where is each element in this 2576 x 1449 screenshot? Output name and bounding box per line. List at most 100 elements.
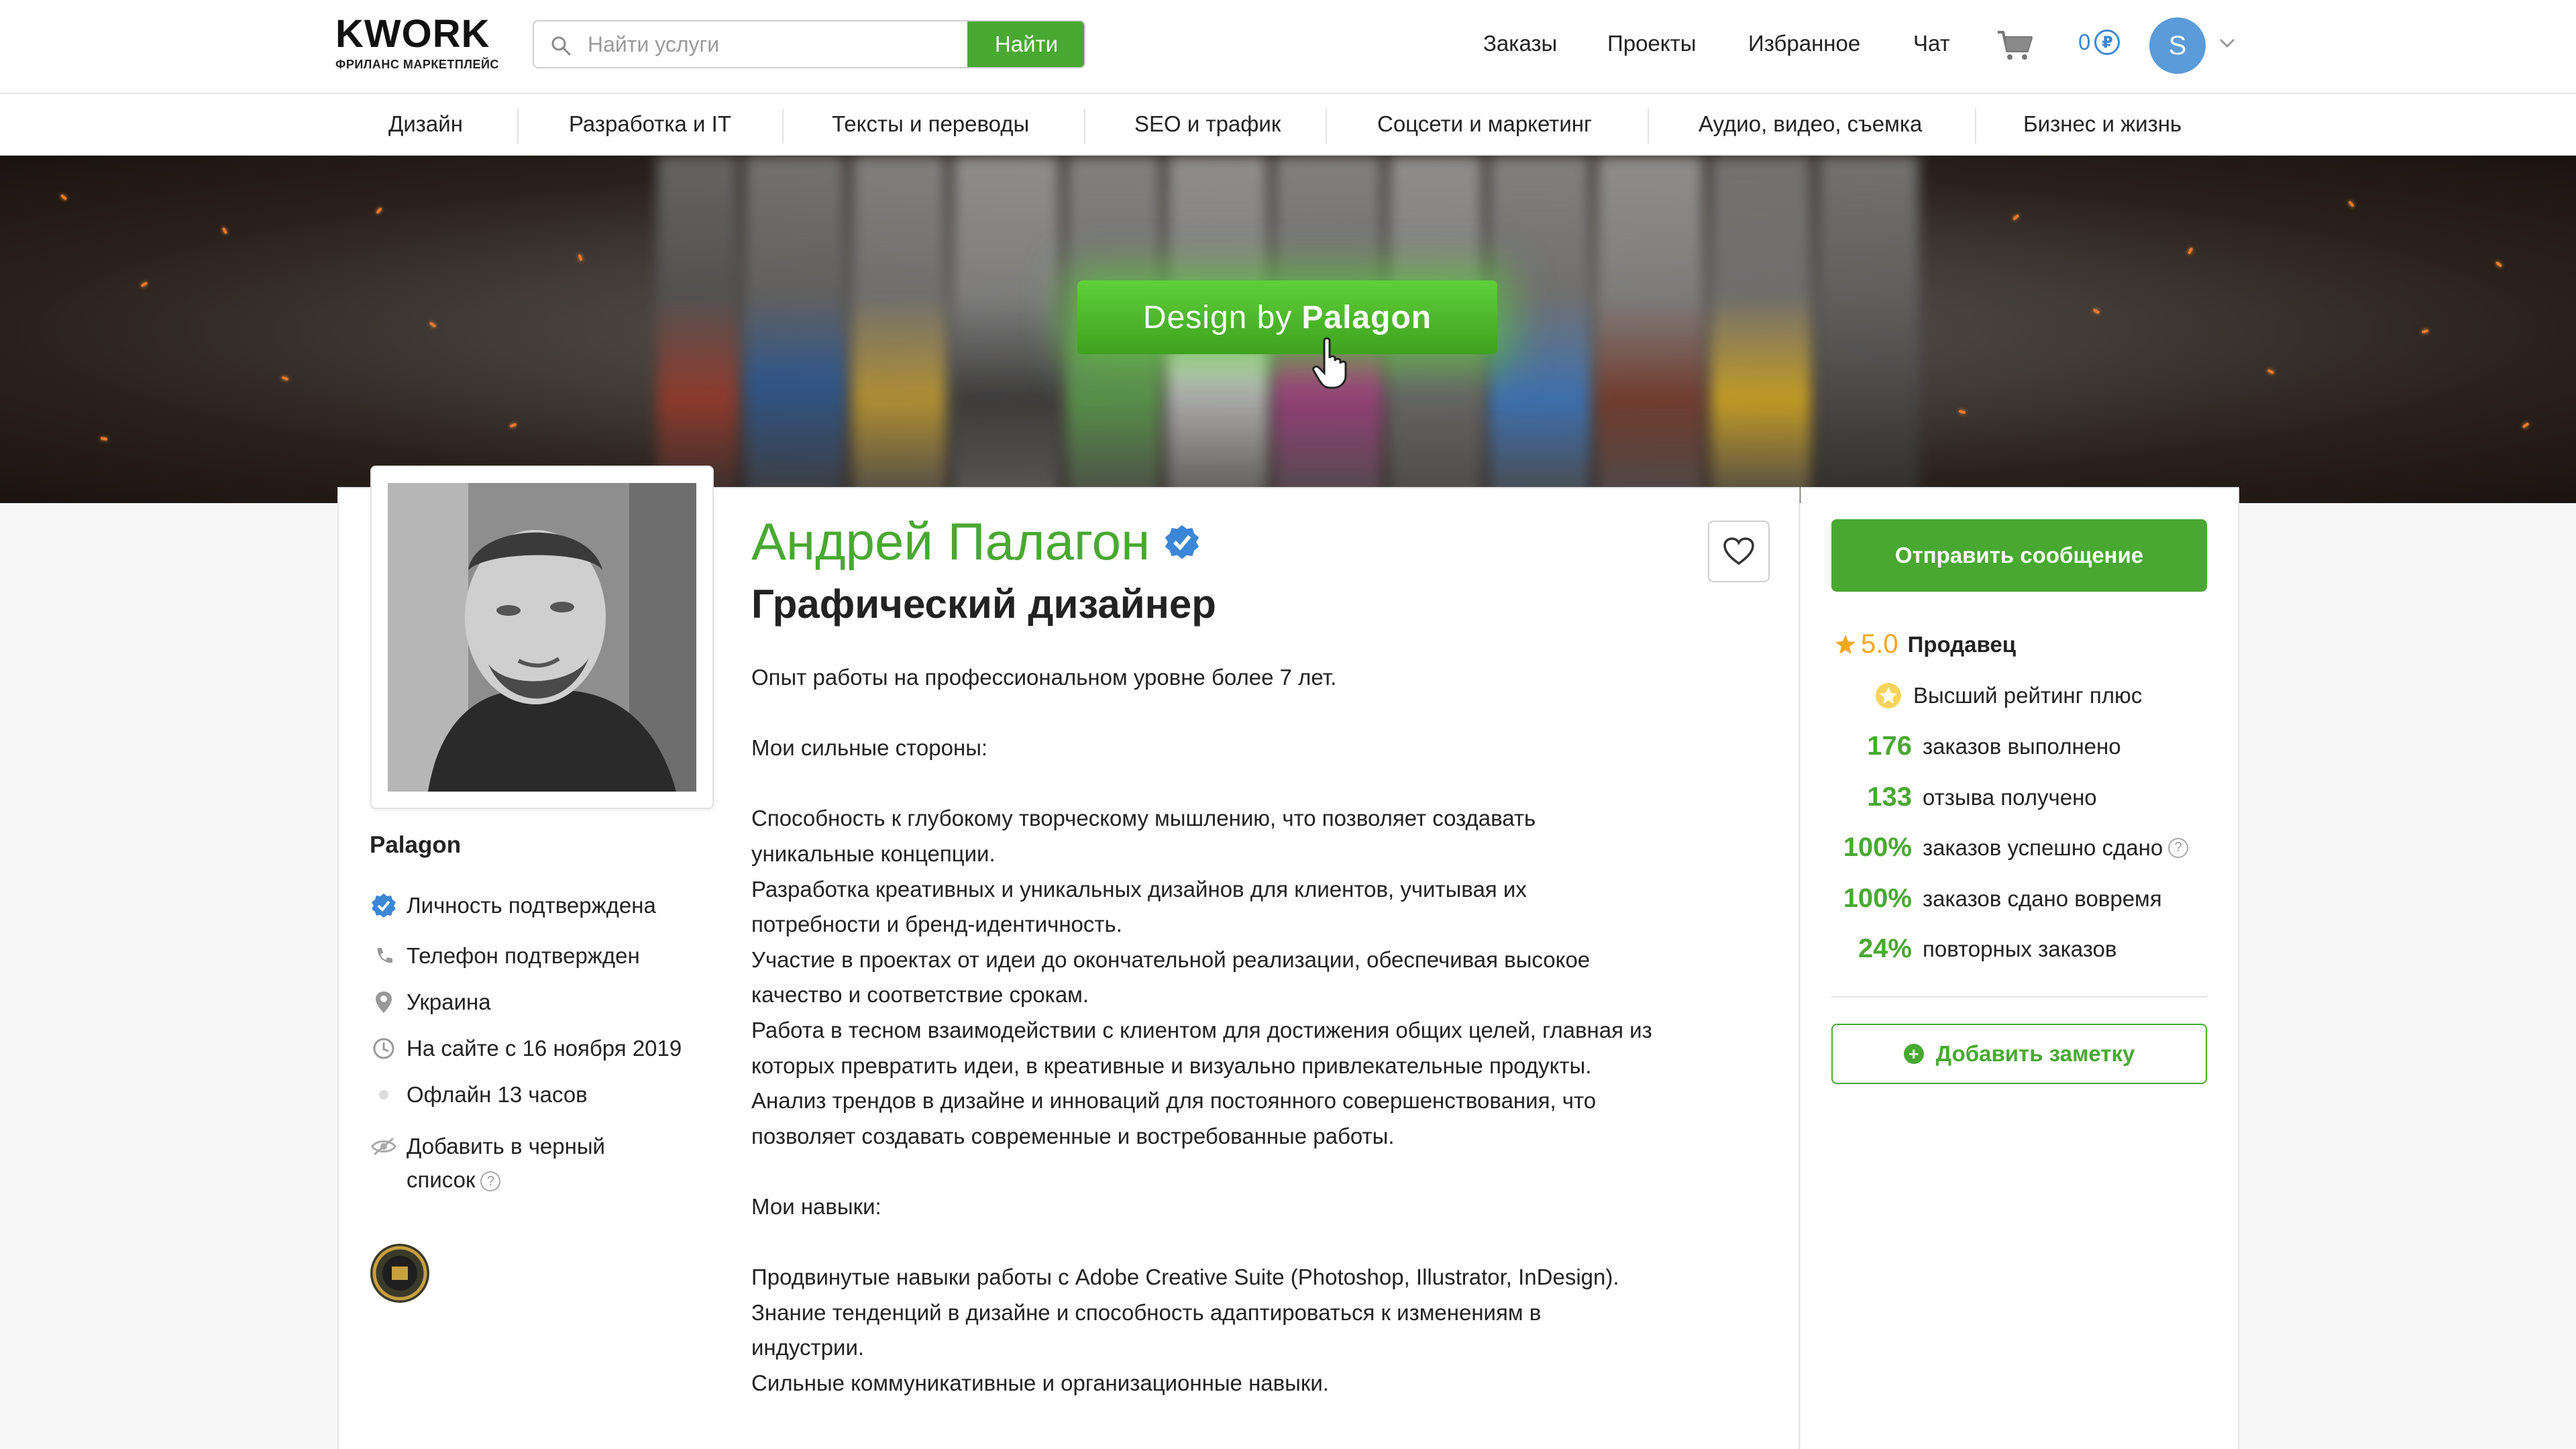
- blacklist-text-line2: список: [407, 1167, 476, 1192]
- category-business[interactable]: Бизнес и жизнь: [2023, 111, 2182, 137]
- description-line: позволяет создавать современные и востре…: [751, 1123, 1395, 1148]
- description-line: потребности и бренд-идентичность.: [751, 912, 1122, 937]
- kwork-logo[interactable]: KWORK ФРИЛАНС МАРКЕТПЛЕЙС: [335, 15, 517, 75]
- description-line: [751, 1154, 1731, 1189]
- category-bar: Дизайн Разработка и IT Тексты и переводы…: [0, 94, 2576, 156]
- stat-reviews-label: отзыва получено: [1923, 784, 2097, 810]
- add-note-button[interactable]: + Добавить заметку: [1831, 1024, 2207, 1084]
- info-identity-text: Личность подтверждена: [407, 893, 656, 918]
- description-line: индустрии.: [751, 1335, 865, 1360]
- description-line: Участие в проектах от идеи до окончатель…: [751, 947, 1591, 972]
- portrait-image: [388, 483, 696, 792]
- rating-value: 5.0: [1861, 629, 1898, 659]
- profile-banner: Design by Palagon: [0, 156, 2576, 503]
- description-line: Знание тенденций в дизайне и способность…: [751, 1299, 1542, 1325]
- description-line: уникальные концепции.: [751, 841, 996, 866]
- help-icon[interactable]: ?: [2168, 837, 2189, 858]
- stat-reviews-value: 133: [1867, 782, 1912, 812]
- search-icon: [551, 36, 571, 56]
- logo-subtitle: ФРИЛАНС МАРКЕТПЛЕЙС: [335, 58, 499, 71]
- phone-icon: [370, 943, 397, 969]
- verified-icon: [370, 892, 397, 919]
- profile-photo-frame: [370, 466, 714, 809]
- top-rating-row: Высший рейтинг плюс: [1874, 682, 2142, 710]
- description-line: [751, 766, 1731, 802]
- description-line: которых превратить идеи, в креативные и …: [751, 1053, 1592, 1078]
- category-development[interactable]: Разработка и IT: [569, 111, 731, 137]
- description-line: Разработка креативных и уникальных дизай…: [751, 876, 1527, 902]
- clock-icon: [370, 1035, 397, 1062]
- category-seo[interactable]: SEO и трафик: [1134, 111, 1281, 137]
- description-line: Мои сильные стороны:: [751, 735, 988, 761]
- heart-icon: [1723, 537, 1754, 566]
- blacklist-text-line1: Добавить в черный: [407, 1134, 605, 1159]
- nav-projects[interactable]: Проекты: [1607, 31, 1696, 56]
- stat-success: 100% заказов успешно сдано ?: [1831, 833, 2189, 863]
- profile-role: Графический дизайнер: [751, 582, 1216, 627]
- logo-word: KWORK: [335, 12, 490, 56]
- stat-success-label: заказов успешно сдано: [1923, 835, 2163, 860]
- description-line: Мои навыки:: [751, 1193, 881, 1219]
- description-line: [751, 696, 1731, 731]
- description-line: Продвинутые навыки работы с Adobe Creati…: [751, 1265, 1619, 1290]
- category-texts[interactable]: Тексты и переводы: [832, 111, 1029, 137]
- search-input[interactable]: [588, 21, 963, 67]
- nav-chat[interactable]: Чат: [1913, 31, 1950, 56]
- banner-text-brand: Palagon: [1301, 299, 1432, 335]
- info-since: На сайте с 16 ноября 2019: [370, 1032, 682, 1065]
- category-divider: [1084, 109, 1085, 144]
- search-button[interactable]: Найти: [967, 21, 1084, 67]
- category-media[interactable]: Аудио, видео, съемка: [1699, 111, 1922, 137]
- category-design[interactable]: Дизайн: [388, 111, 463, 137]
- help-icon[interactable]: ?: [480, 1171, 501, 1192]
- stat-ontime-value: 100%: [1843, 883, 1912, 913]
- balance-value: 0: [2078, 30, 2091, 54]
- ruble-icon: ₽: [2094, 30, 2121, 55]
- description-line: Опыт работы на профессиональном уровне б…: [751, 665, 1337, 690]
- top-rating-badge-icon: [1876, 683, 1901, 708]
- balance[interactable]: 0 ₽: [2078, 30, 2121, 55]
- stat-completed-label: заказов выполнено: [1923, 733, 2121, 759]
- blacklist-link[interactable]: Добавить в черный список?: [370, 1130, 605, 1197]
- send-message-button[interactable]: Отправить сообщение: [1831, 519, 2207, 592]
- favorite-button[interactable]: [1708, 521, 1770, 582]
- info-phone: Телефон подтвержден: [370, 939, 640, 973]
- category-social[interactable]: Соцсети и маркетинг: [1377, 111, 1592, 137]
- nav-favorites[interactable]: Избранное: [1748, 31, 1860, 56]
- stat-reviews: 133 отзыва получено: [1831, 782, 2097, 812]
- stat-ontime: 100% заказов сдано вовремя: [1831, 883, 2162, 914]
- plus-icon: +: [1903, 1044, 1924, 1064]
- chevron-down-icon[interactable]: [2218, 36, 2237, 50]
- info-country-text: Украина: [407, 989, 491, 1014]
- profile-display-name: Андрей Палагон: [751, 511, 1201, 572]
- description-line: Анализ трендов в дизайне и инноваций для…: [751, 1088, 1597, 1114]
- banner-design-button[interactable]: Design by Palagon: [1077, 280, 1497, 354]
- info-since-text: На сайте с 16 ноября 2019: [407, 1036, 682, 1061]
- info-country: Украина: [370, 985, 491, 1019]
- category-divider: [1975, 109, 1976, 144]
- cart-icon[interactable]: [1996, 30, 2034, 62]
- stat-repeat-label: повторных заказов: [1923, 936, 2117, 961]
- profile-username: Palagon: [370, 832, 462, 858]
- description-line: качество и соответствие срокам.: [751, 982, 1089, 1008]
- stat-repeat-value: 24%: [1858, 934, 1912, 963]
- profile-description: Опыт работы на профессиональном уровне б…: [751, 660, 1731, 1401]
- display-name-text: Андрей Палагон: [751, 512, 1150, 571]
- offline-dot-icon: [370, 1081, 397, 1108]
- user-avatar[interactable]: S: [2149, 17, 2206, 74]
- nav-orders[interactable]: Заказы: [1483, 31, 1557, 56]
- category-divider: [1648, 109, 1649, 144]
- description-line: [751, 1225, 1731, 1260]
- award-badge-icon[interactable]: [369, 1242, 431, 1304]
- category-divider: [1326, 109, 1327, 144]
- info-phone-text: Телефон подтвержден: [407, 943, 640, 968]
- rating-row: 5.0 Продавец: [1834, 629, 2016, 659]
- info-online-text: Офлайн 13 часов: [407, 1082, 588, 1107]
- sidebar-divider: [1831, 996, 2207, 998]
- rating-label: Продавец: [1907, 631, 2016, 657]
- stat-repeat: 24% повторных заказов: [1831, 934, 2116, 964]
- eye-slash-icon: [370, 1133, 397, 1160]
- star-icon: [1835, 634, 1856, 654]
- stat-success-value: 100%: [1843, 833, 1912, 862]
- stat-completed-value: 176: [1867, 731, 1912, 761]
